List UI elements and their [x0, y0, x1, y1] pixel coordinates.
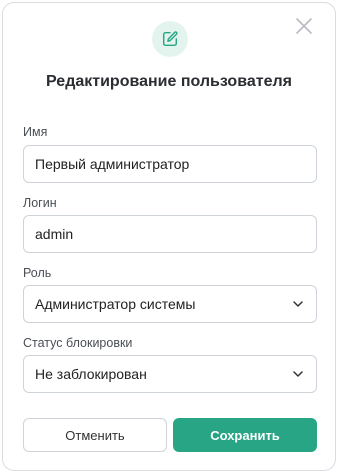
dialog-title: Редактирование пользователя: [46, 73, 292, 90]
block-status-label: Статус блокировки: [23, 336, 133, 350]
name-field[interactable]: Первый администратор: [23, 145, 317, 183]
login-value: admin: [35, 226, 74, 242]
chevron-down-icon: [293, 301, 303, 307]
login-label: Логин: [23, 196, 57, 210]
login-field[interactable]: admin: [23, 215, 317, 253]
name-value: Первый администратор: [35, 156, 190, 172]
role-select[interactable]: Администратор системы: [23, 285, 317, 323]
block-status-value: Не заблокирован: [35, 366, 147, 382]
close-icon[interactable]: [293, 15, 315, 37]
cancel-button[interactable]: Отменить: [23, 418, 167, 452]
role-label: Роль: [23, 266, 52, 280]
chevron-down-icon: [293, 371, 303, 377]
edit-icon: [152, 21, 188, 57]
role-value: Администратор системы: [35, 296, 196, 312]
block-status-select[interactable]: Не заблокирован: [23, 355, 317, 393]
name-label: Имя: [23, 125, 48, 139]
save-button[interactable]: Сохранить: [173, 418, 317, 452]
edit-user-dialog: Редактирование пользователя Имя Первый а…: [2, 2, 336, 471]
